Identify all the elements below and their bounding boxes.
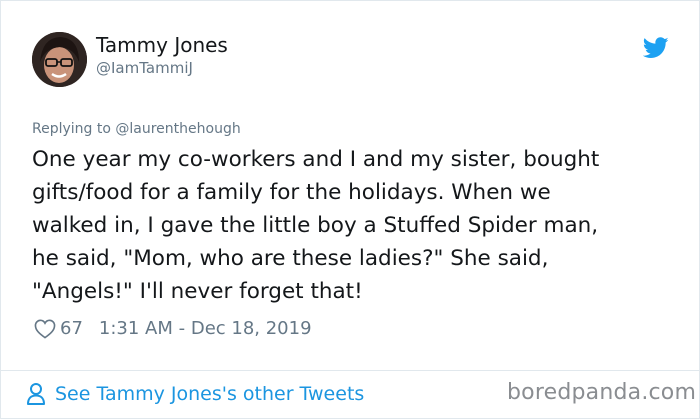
tweet-meta: 67 1:31 AM - Dec 18, 2019 [34, 318, 312, 339]
person-icon [27, 383, 45, 405]
see-more-tweets-link[interactable]: See Tammy Jones's other Tweets [26, 382, 364, 406]
reply-context: Replying to @laurenthehough [32, 121, 241, 137]
reply-prefix: Replying to [32, 121, 116, 137]
avatar[interactable] [32, 32, 87, 87]
twitter-bird-icon[interactable] [643, 37, 669, 59]
heart-icon[interactable] [34, 319, 56, 339]
tweet-timestamp[interactable]: 1:31 AM - Dec 18, 2019 [99, 318, 312, 339]
like-count: 67 [60, 318, 83, 339]
author-name[interactable]: Tammy Jones [96, 33, 228, 57]
author-handle[interactable]: @IamTammiJ [96, 59, 193, 77]
reply-mention-link[interactable]: @laurenthehough [115, 121, 240, 137]
tweet-text: One year my co-workers and I and my sist… [32, 147, 600, 304]
tweet-card: Tammy Jones @IamTammiJ Replying to @laur… [0, 0, 700, 419]
see-more-label[interactable]: See Tammy Jones's other Tweets [55, 383, 364, 405]
watermark: boredpanda.com [507, 380, 697, 405]
divider [1, 370, 699, 371]
